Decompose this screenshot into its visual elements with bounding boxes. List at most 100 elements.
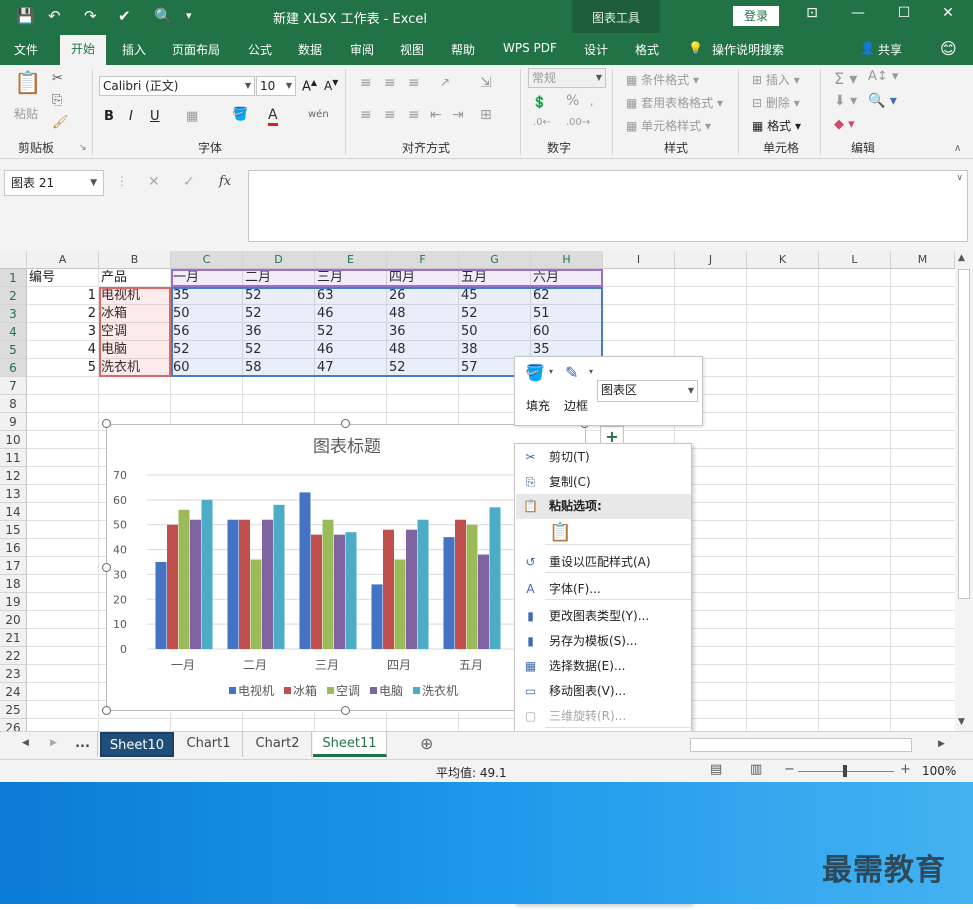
cell[interactable]: 2 — [27, 305, 99, 323]
row-header[interactable]: 13 — [0, 485, 27, 503]
wrap-text-icon[interactable]: ⇲ — [480, 75, 492, 91]
column-header[interactable]: E — [315, 251, 387, 269]
bold-icon[interactable]: B — [104, 109, 114, 124]
decrease-indent-icon[interactable]: ⇤ — [430, 107, 442, 123]
column-header[interactable]: A — [27, 251, 99, 269]
resize-handle-tl[interactable] — [102, 419, 111, 428]
border-icon[interactable]: ▦ — [186, 109, 198, 124]
resize-handle-bl[interactable] — [102, 706, 111, 715]
comma-icon[interactable]: , — [590, 95, 594, 108]
vertical-scrollbar[interactable]: ▲ ▼ — [955, 251, 973, 731]
cell[interactable]: 4 — [27, 341, 99, 359]
scroll-thumb[interactable] — [958, 269, 970, 599]
column-header[interactable]: B — [99, 251, 171, 269]
sheet-tab-more[interactable]: ... — [68, 732, 98, 757]
row-header[interactable]: 4 — [0, 323, 27, 341]
tab-data[interactable]: 数据 — [298, 41, 322, 58]
expand-formula-icon[interactable]: ∨ — [956, 173, 963, 183]
menu-item[interactable]: A 字体(F)... — [516, 577, 691, 602]
row-header[interactable]: 19 — [0, 593, 27, 611]
ribbon-display-icon[interactable]: ⊡ — [800, 5, 824, 25]
row-header[interactable]: 2 — [0, 287, 27, 305]
cell[interactable]: 3 — [27, 323, 99, 341]
number-format-combo[interactable]: 常规 ▼ — [528, 68, 606, 88]
fill-color-icon[interactable]: 🪣 — [232, 107, 248, 122]
sheet-tab-sheet10[interactable]: Sheet10 — [100, 732, 174, 757]
resize-handle-bm[interactable] — [341, 706, 350, 715]
column-header[interactable]: F — [387, 251, 459, 269]
tab-home[interactable]: 开始 — [60, 35, 106, 65]
close-icon[interactable]: ✕ — [936, 5, 960, 25]
fill-bucket-icon[interactable]: 🪣 — [525, 363, 545, 382]
maximize-icon[interactable]: ☐ — [892, 5, 916, 25]
tell-me-search[interactable]: 操作说明搜索 — [712, 41, 784, 58]
row-header[interactable]: 6 — [0, 359, 27, 377]
zoom-level[interactable]: 100% — [922, 764, 956, 778]
confirm-formula-icon[interactable]: ✓ — [183, 174, 195, 190]
insert-cells-button[interactable]: ⊞ 插入 ▾ — [752, 71, 800, 88]
shrink-font-icon[interactable]: A▼ — [324, 78, 338, 93]
format-painter-button-icon[interactable]: 🖌 — [52, 115, 69, 130]
zoom-slider-thumb[interactable] — [843, 765, 847, 777]
column-header[interactable]: G — [459, 251, 531, 269]
column-header[interactable]: L — [819, 251, 891, 269]
conditional-format-button[interactable]: ▦ 条件格式 ▾ — [626, 71, 699, 88]
hscroll-right-icon[interactable]: ▶ — [938, 739, 945, 749]
border-dropdown-icon[interactable]: ▾ — [589, 367, 593, 376]
row-header[interactable]: 7 — [0, 377, 27, 395]
merge-center-icon[interactable]: ⊞ — [480, 107, 492, 123]
column-header[interactable]: K — [747, 251, 819, 269]
copy-icon[interactable]: ⎘ — [52, 93, 62, 108]
collapse-ribbon-icon[interactable]: ∧ — [954, 143, 961, 154]
row-header[interactable]: 26 — [0, 719, 27, 731]
menu-item[interactable]: ✂ 剪切(T) — [516, 445, 691, 470]
scroll-down-icon[interactable]: ▼ — [958, 717, 965, 727]
tab-review[interactable]: 审阅 — [350, 41, 374, 58]
insert-function-icon[interactable]: fx — [219, 174, 231, 189]
cell[interactable]: 编号 — [27, 269, 99, 287]
row-header[interactable]: 21 — [0, 629, 27, 647]
sort-filter-icon[interactable]: A↕ ▾ — [868, 69, 898, 84]
phonetic-icon[interactable]: wén — [308, 109, 329, 120]
border-pen-icon[interactable]: ✎ — [565, 363, 578, 382]
tab-page-layout[interactable]: 页面布局 — [172, 41, 220, 58]
paste-option-icon[interactable]: 📋 — [549, 522, 571, 543]
tab-scroll-left-icon[interactable]: ◀ — [22, 738, 29, 748]
cell[interactable]: 产品 — [99, 269, 171, 287]
zoom-in-icon[interactable]: + — [900, 762, 911, 777]
row-header[interactable]: 17 — [0, 557, 27, 575]
align-top-icon[interactable]: ≡ — [360, 75, 372, 91]
tab-formulas[interactable]: 公式 — [248, 41, 272, 58]
minimize-icon[interactable]: — — [846, 5, 870, 25]
fill-down-icon[interactable]: ⬇ ▾ — [834, 93, 857, 109]
row-header[interactable]: 23 — [0, 665, 27, 683]
sheet-tab-chart2[interactable]: Chart2 — [244, 732, 312, 757]
table-format-button[interactable]: ▦ 套用表格格式 ▾ — [626, 94, 723, 111]
menu-item[interactable]: ▮ 另存为模板(S)... — [516, 629, 691, 654]
tab-help[interactable]: 帮助 — [451, 41, 475, 58]
row-header[interactable]: 25 — [0, 701, 27, 719]
clipboard-launcher-icon[interactable]: ↘ — [79, 143, 87, 153]
underline-icon[interactable]: U — [150, 109, 160, 124]
row-header[interactable]: 9 — [0, 413, 27, 431]
row-header[interactable]: 18 — [0, 575, 27, 593]
cell[interactable]: 1 — [27, 287, 99, 305]
align-left-icon[interactable]: ≡ — [360, 107, 372, 123]
row-header[interactable]: 1 — [0, 269, 27, 287]
row-header[interactable]: 12 — [0, 467, 27, 485]
resize-handle-tm[interactable] — [341, 419, 350, 428]
increase-decimal-icon[interactable]: .0← — [533, 117, 551, 128]
orientation-icon[interactable]: ↗ — [440, 75, 450, 89]
font-size-combo[interactable]: 10 ▼ — [256, 76, 296, 96]
cancel-formula-icon[interactable]: ✕ — [148, 174, 160, 190]
add-sheet-icon[interactable]: ⊕ — [420, 734, 433, 753]
row-header[interactable]: 22 — [0, 647, 27, 665]
smiley-icon[interactable]: 😊 — [940, 39, 957, 58]
tab-file[interactable]: 文件 — [14, 41, 38, 58]
row-header[interactable]: 3 — [0, 305, 27, 323]
font-name-combo[interactable]: Calibri (正文) ▼ — [99, 76, 255, 96]
page-break-view-icon[interactable]: ▥ — [750, 762, 762, 777]
row-header[interactable]: 16 — [0, 539, 27, 557]
border-label[interactable]: 边框 — [564, 397, 588, 414]
column-header[interactable]: J — [675, 251, 747, 269]
